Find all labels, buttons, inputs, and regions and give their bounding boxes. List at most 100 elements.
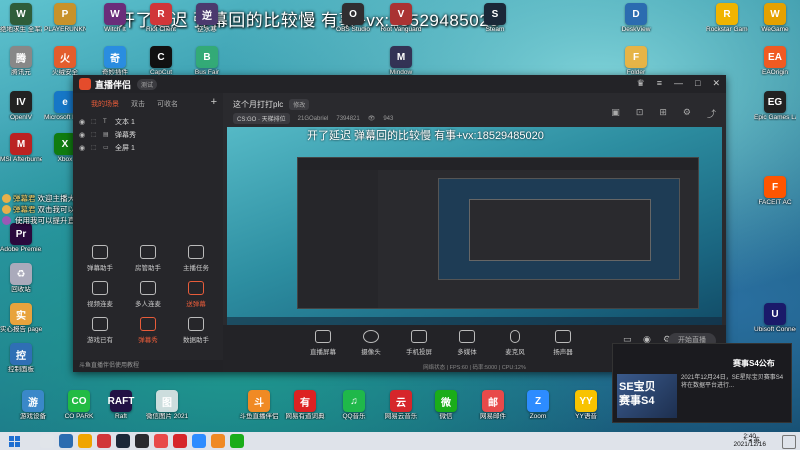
- skin-icon[interactable]: ♛: [637, 78, 645, 89]
- app-titlebar[interactable]: 直播伴侣 测试 ♛ ≡ — □ ✕: [73, 75, 726, 93]
- taskbar-app-icon[interactable]: [230, 434, 244, 448]
- eye-icon[interactable]: ◉: [79, 144, 87, 152]
- desktop-icon[interactable]: 有网易有道词典: [284, 390, 326, 420]
- source-item[interactable]: ◉ ⬚ T 文本 1: [73, 115, 223, 128]
- live-streaming-app-window[interactable]: 直播伴侣 测试 ♛ ≡ — □ ✕ 我的场景 双击 可收名 + ◉ ⬚ T 文本 1 …: [73, 75, 726, 372]
- desktop-icon[interactable]: V Riot Vanguard: [380, 3, 422, 33]
- settings-icon[interactable]: ⚙: [683, 107, 691, 120]
- desktop-icon[interactable]: RRockstar Games Launcher: [706, 3, 748, 33]
- desktop-icon[interactable]: Pr Adobe Premie...: [0, 223, 42, 253]
- tool-button[interactable]: 游戏已有: [77, 317, 123, 344]
- phone-cast-button[interactable]: 手机投屏: [399, 330, 439, 356]
- lock-icon[interactable]: ⬚: [91, 144, 99, 151]
- desktop-icon[interactable]: ♻ 回收站: [0, 263, 42, 293]
- tool-button[interactable]: 多人连麦: [125, 281, 171, 308]
- news-popup[interactable]: 赛事S4公布 SE宝贝 赛事S4 2021年12月24日，SE星际宝贝赛事S4将…: [612, 343, 792, 423]
- desktop-icon[interactable]: CO CO PARK: [58, 390, 100, 420]
- tool-button[interactable]: 送弹幕: [173, 281, 219, 308]
- desktop-icon[interactable]: 微微信: [425, 390, 467, 420]
- tab-collect[interactable]: 可收名: [157, 99, 178, 109]
- desktop-icon[interactable]: W WeGame: [754, 3, 796, 33]
- desktop-icon[interactable]: Z Zoom: [517, 390, 559, 420]
- close-icon[interactable]: ✕: [712, 78, 720, 89]
- desktop-icon[interactable]: S Steam: [474, 3, 516, 33]
- tool-button[interactable]: 视频连麦: [77, 281, 123, 308]
- clock[interactable]: 2:40 2021/12/16: [733, 433, 766, 449]
- tab-my-scenes[interactable]: 我的场景: [91, 99, 119, 109]
- source-item[interactable]: ◉ ⬚ ▤ 弹幕秀: [73, 128, 223, 141]
- lock-icon[interactable]: ⬚: [91, 118, 99, 125]
- taskbar-app-icon[interactable]: [78, 434, 92, 448]
- desktop-icon[interactable]: 斗斗鱼直播伴侣: [238, 390, 280, 420]
- desktop-icon[interactable]: 图微信图片 2021120...: [146, 390, 188, 420]
- notification-icon[interactable]: [782, 435, 796, 449]
- tool-label: 主播任务: [183, 265, 209, 272]
- screen-capture-button[interactable]: 直播屏幕: [303, 330, 343, 356]
- desktop-icon[interactable]: U Ubisoft Connect: [754, 303, 796, 333]
- desktop-icon[interactable]: F Folder: [615, 46, 657, 76]
- desktop-icon[interactable]: O OBS Studio: [332, 3, 374, 33]
- desktop-icon[interactable]: C CapCut: [140, 46, 182, 76]
- taskbar-app-icon[interactable]: [192, 434, 206, 448]
- desktop-icon[interactable]: PPLAYERUNKNOWN'S BATTLEGR...: [44, 3, 86, 33]
- taskbar-app-icon[interactable]: [173, 434, 187, 448]
- microphone-button[interactable]: 麦克风: [495, 330, 535, 356]
- tool-button[interactable]: 弹幕秀: [125, 317, 171, 344]
- maximize-icon[interactable]: □: [695, 78, 700, 89]
- gift-icon[interactable]: ⊞: [659, 107, 667, 120]
- desktop-icon[interactable]: M Mindow: [380, 46, 422, 76]
- taskbar-app-icon[interactable]: [116, 434, 130, 448]
- desktop-icon[interactable]: YY YY语音: [565, 390, 607, 420]
- eye-icon[interactable]: ◉: [79, 118, 87, 126]
- media-button[interactable]: 多媒体: [447, 330, 487, 356]
- taskbar-app-icon[interactable]: [154, 434, 168, 448]
- desktop-icon[interactable]: F FACEIT AC: [754, 176, 796, 206]
- tool-button[interactable]: 主播任务: [173, 245, 219, 272]
- lock-icon[interactable]: ⬚: [91, 131, 99, 138]
- desktop-icon[interactable]: EA EAOrigin: [754, 46, 796, 76]
- desktop-icon[interactable]: 火火绒安全: [44, 46, 86, 76]
- desktop-icon[interactable]: D DeskView: [615, 3, 657, 33]
- taskbar-app-icon[interactable]: [59, 434, 73, 448]
- menu-icon[interactable]: ≡: [657, 78, 662, 89]
- desktop-icon[interactable]: 游游戏设备: [12, 390, 54, 420]
- desktop-icon[interactable]: B Bus Fair: [186, 46, 228, 76]
- desktop-icon[interactable]: ♫ QQ音乐: [333, 390, 375, 420]
- desktop-icon[interactable]: M MSI Afterburner: [0, 133, 42, 163]
- lock-icon[interactable]: ⊡: [636, 107, 644, 120]
- tab-double-click[interactable]: 双击: [131, 99, 145, 109]
- taskbar-app-icon[interactable]: [97, 434, 111, 448]
- source-item[interactable]: ◉ ⬚ ▭ 全屏 1: [73, 141, 223, 154]
- taskbar-app-icon[interactable]: [211, 434, 225, 448]
- tool-button[interactable]: 数据助手: [173, 317, 219, 344]
- tutorial-link[interactable]: 斗鱼直播伴侣使用教程: [73, 360, 229, 372]
- desktop-icon[interactable]: 逆逆水寒: [186, 3, 228, 33]
- desktop-icon[interactable]: EGEpic Games Launcher: [754, 91, 796, 121]
- desktop-icon[interactable]: R Riot Client: [140, 3, 182, 33]
- minimize-icon[interactable]: —: [674, 78, 683, 89]
- desktop-icon[interactable]: 奇奇妙插件: [94, 46, 136, 76]
- category-badge[interactable]: CS:GO · 天梯排位: [233, 113, 290, 124]
- modify-button[interactable]: 修改: [289, 99, 310, 110]
- desktop-icon[interactable]: W绝地求生 全军出击: [0, 3, 42, 33]
- windows-start-icon[interactable]: [9, 436, 20, 447]
- taskbar-app-icon[interactable]: [40, 434, 54, 448]
- stream-preview[interactable]: 开了延迟 弹幕回的比较慢 有事+vx:18529485020: [227, 127, 722, 347]
- desktop-icon[interactable]: W Witch It: [94, 3, 136, 33]
- add-source-icon[interactable]: +: [211, 96, 217, 108]
- desktop-icon[interactable]: RAFT Raft: [100, 390, 142, 420]
- desktop-icon[interactable]: 腾腾讯元: [0, 46, 42, 76]
- eye-icon[interactable]: ◉: [79, 131, 87, 139]
- desktop-icon[interactable]: 控控制面板: [0, 343, 42, 373]
- desktop-icon[interactable]: 云网易云音乐: [380, 390, 422, 420]
- taskbar-app-icon[interactable]: [135, 434, 149, 448]
- camera-button[interactable]: 摄像头: [351, 330, 391, 356]
- desktop-icon[interactable]: IV OpenIV: [0, 91, 42, 121]
- tool-button[interactable]: 房管助手: [125, 245, 171, 272]
- desktop-icon[interactable]: 邮网易邮件: [472, 390, 514, 420]
- tool-button[interactable]: 弹幕助手: [77, 245, 123, 272]
- speaker-button[interactable]: 扬声器: [543, 330, 583, 356]
- screenshot-icon[interactable]: ▣: [611, 107, 620, 120]
- share-icon[interactable]: ⤴: [707, 107, 716, 120]
- desktop-icon[interactable]: 实实心报告 pages: [0, 303, 42, 333]
